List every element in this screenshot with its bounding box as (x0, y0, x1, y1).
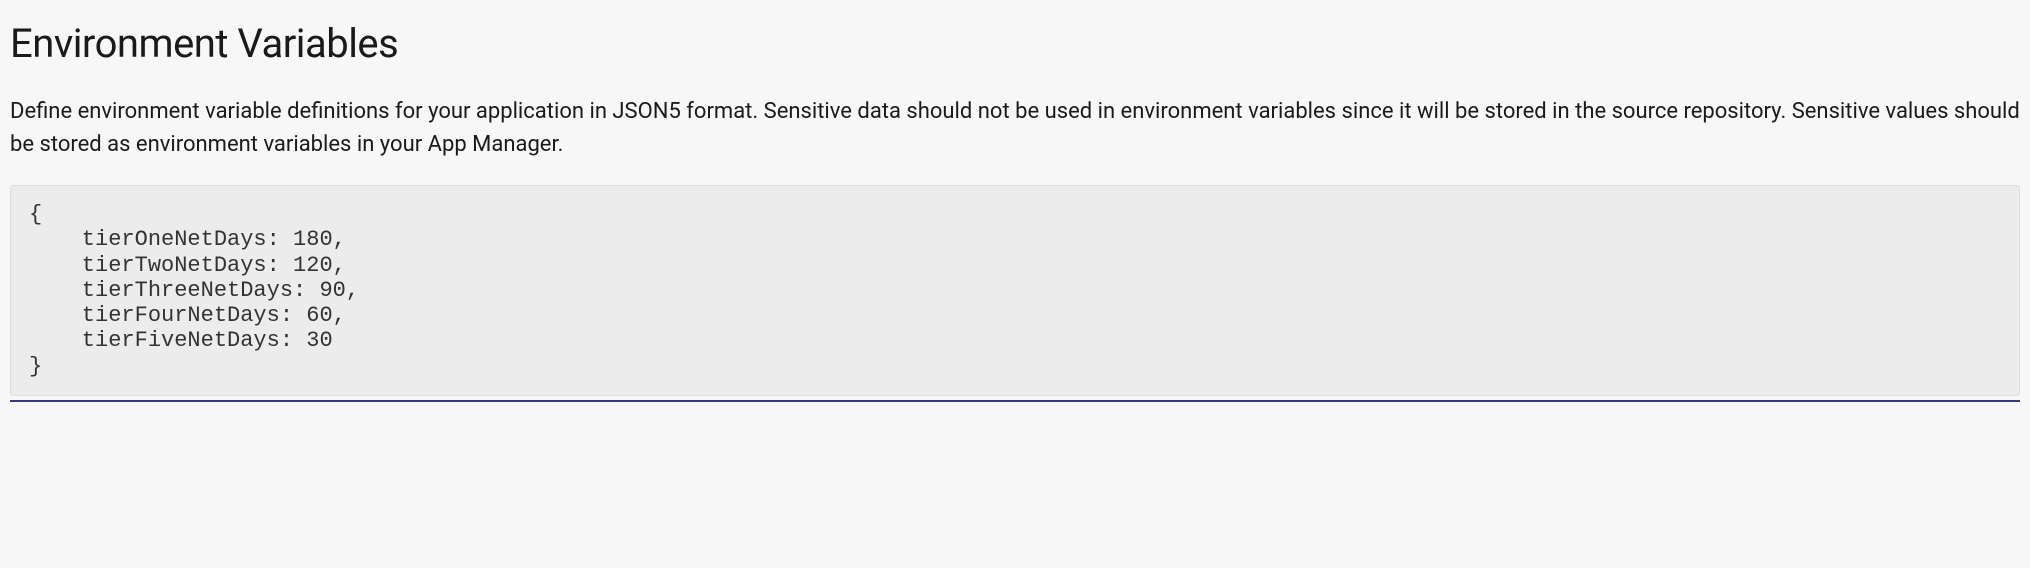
section-divider (10, 400, 2020, 402)
section-description: Define environment variable definitions … (10, 95, 2020, 161)
code-block[interactable]: { tierOneNetDays: 180, tierTwoNetDays: 1… (10, 185, 2020, 396)
section-title: Environment Variables (10, 20, 2020, 67)
environment-variables-section: Environment Variables Define environment… (10, 20, 2020, 402)
